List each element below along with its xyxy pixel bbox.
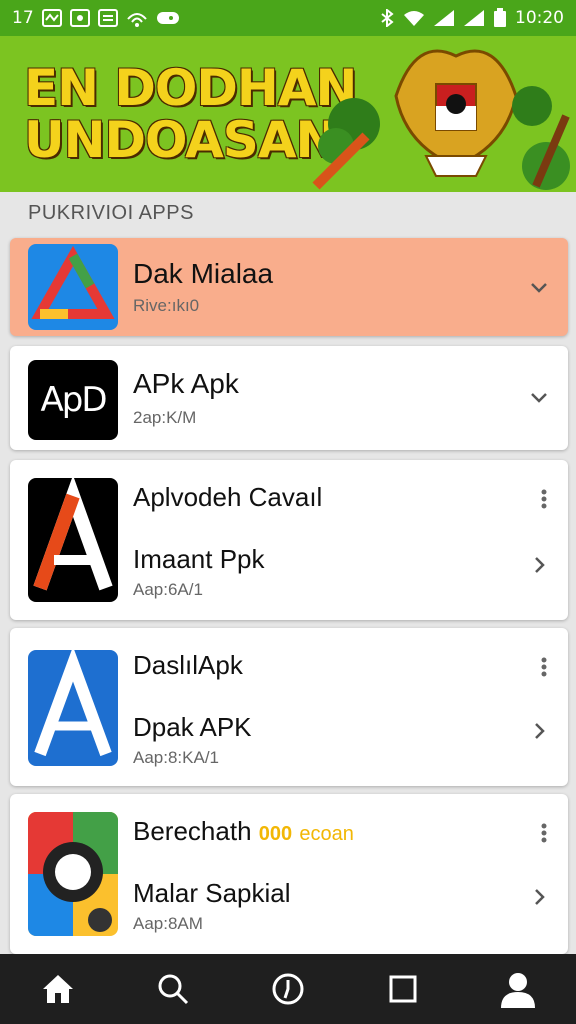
- calendar-icon: [97, 9, 118, 27]
- gallery-icon: [69, 9, 90, 27]
- app-card-2[interactable]: ApD APk Apk 2ap:K/M: [10, 346, 568, 450]
- rating-badge: 000: [258, 823, 293, 845]
- section-label: PUKRIVIOI APPS: [28, 202, 194, 224]
- app-subtitle: Rive:ıkı0: [133, 296, 200, 315]
- wave-icon: [41, 9, 62, 27]
- app-card-3[interactable]: Aplvodeh Cavaıl Imaant Ppk Aap:6A/1: [10, 460, 568, 620]
- app-title-text: Berechath: [133, 816, 252, 846]
- chevron-down-icon[interactable]: [528, 276, 550, 298]
- signal2-icon: [464, 10, 484, 26]
- app-line2: Dpak APK: [133, 712, 252, 742]
- battery-icon: [494, 8, 506, 27]
- wifi-icon: [404, 11, 424, 26]
- cast-icon: [126, 13, 147, 27]
- garuda-emblem-illustration: [312, 49, 570, 190]
- camera-app-icon: [28, 812, 118, 936]
- app-title: Aplvodeh Cavaıl: [133, 482, 323, 512]
- more-options-icon[interactable]: [540, 822, 548, 844]
- signal-icon: [434, 10, 454, 26]
- game-icon: [156, 12, 179, 24]
- status-bar: 17 10:20: [0, 0, 576, 36]
- drive-triangle-icon: [31, 245, 115, 319]
- badge-text: ecoan: [299, 823, 354, 845]
- search-icon: [158, 974, 188, 1005]
- chevron-right-icon[interactable]: [528, 886, 550, 908]
- apd-icon-text: ApD: [40, 380, 107, 420]
- nav-search-button[interactable]: [143, 959, 203, 1019]
- app-line2: Malar Sapkial: [133, 878, 291, 908]
- a-blue-app-icon: [28, 650, 118, 766]
- letter-a-blue-icon: [34, 650, 112, 757]
- app-card-1[interactable]: Dak Mialaa Rive:ıkı0: [10, 238, 568, 336]
- clock-icon: [272, 973, 304, 1005]
- app-subtitle: 2ap:K/M: [133, 408, 197, 427]
- chevron-right-icon[interactable]: [528, 720, 550, 742]
- more-options-icon[interactable]: [540, 488, 548, 510]
- nav-profile-button[interactable]: [488, 959, 548, 1019]
- app-line2: Imaant Ppk: [133, 544, 265, 574]
- bottom-navigation: [0, 954, 576, 1024]
- status-number: 17: [12, 8, 34, 28]
- status-time: 10:20: [515, 8, 564, 28]
- chevron-down-icon[interactable]: [528, 386, 550, 408]
- app-card-5[interactable]: Berechath 000 ecoan Malar Sapkial Aap:8A…: [10, 794, 568, 954]
- square-icon: [389, 975, 417, 1003]
- home-icon: [42, 975, 73, 1003]
- drive-app-icon: [28, 244, 118, 330]
- status-left: 17: [12, 8, 180, 28]
- app-subtitle: Aap:6A/1: [133, 580, 203, 599]
- app-subtitle: Aap:8AM: [133, 914, 203, 933]
- nav-home-button[interactable]: [28, 959, 88, 1019]
- nav-history-button[interactable]: [258, 959, 318, 1019]
- letter-a-icon: [33, 478, 113, 591]
- a-red-app-icon: [28, 478, 118, 602]
- apd-app-icon: ApD: [28, 360, 118, 440]
- app-title: APk Apk: [133, 368, 239, 399]
- app-title: Dak Mialaa: [133, 258, 274, 289]
- bluetooth-icon: [381, 9, 394, 27]
- camera-lens-icon: [28, 812, 118, 936]
- app-subtitle: Aap:8:KA/1: [133, 748, 220, 767]
- nav-square-button[interactable]: [373, 959, 433, 1019]
- app-card-4[interactable]: DaslılApk Dpak APK Aap:8:KA/1: [10, 628, 568, 786]
- app-title: Berechath 000 ecoan: [133, 816, 354, 847]
- status-right: 10:20: [379, 8, 564, 28]
- profile-icon: [501, 973, 536, 1008]
- app-title: DaslılApk: [133, 650, 243, 680]
- header-banner: EN DODHAN UNDOASAN: [0, 36, 576, 192]
- chevron-right-icon[interactable]: [528, 554, 550, 576]
- more-options-icon[interactable]: [540, 656, 548, 678]
